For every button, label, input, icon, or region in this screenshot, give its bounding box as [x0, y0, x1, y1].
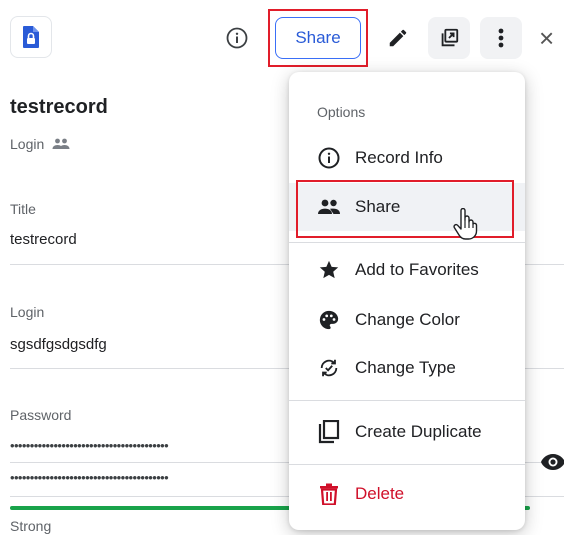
more-options-button[interactable] [480, 17, 522, 59]
copy-icon [317, 420, 341, 444]
info-button[interactable] [226, 27, 248, 49]
more-vert-icon [498, 28, 504, 48]
menu-item-delete[interactable]: Delete [289, 470, 525, 518]
password-masked-line-1: •••••••••••••••••••••••••••••••••••••••• [10, 438, 169, 453]
title-field-label: Title [10, 201, 36, 217]
star-icon [317, 258, 341, 282]
login-field-label: Login [10, 304, 45, 320]
menu-header: Options [317, 104, 366, 120]
menu-item-label: Change Color [355, 310, 460, 329]
share-button-highlight-box [268, 9, 368, 67]
shared-people-icon [52, 138, 70, 149]
record-lock-icon [23, 26, 39, 48]
hand-cursor-icon [452, 207, 478, 245]
menu-item-change-type[interactable]: Change Type [289, 344, 525, 392]
edit-button[interactable] [377, 17, 419, 59]
menu-item-record-info[interactable]: Record Info [289, 134, 525, 182]
info-icon [317, 146, 341, 170]
menu-item-change-color[interactable]: Change Color [289, 296, 525, 344]
password-strength-label: Strong [10, 518, 52, 534]
palette-icon [317, 308, 341, 332]
menu-separator [289, 464, 525, 465]
menu-separator [289, 242, 525, 243]
share-item-highlight-box [296, 180, 514, 238]
password-field-label: Password [10, 407, 72, 423]
record-title: testrecord [10, 96, 108, 118]
duplicate-icon [441, 28, 459, 47]
menu-item-label: Create Duplicate [355, 422, 482, 441]
menu-item-create-duplicate[interactable]: Create Duplicate [289, 408, 525, 456]
title-field-value: testrecord [10, 231, 77, 248]
duplicate-button[interactable] [428, 17, 470, 59]
close-button[interactable]: × [539, 24, 563, 52]
info-icon [226, 27, 248, 49]
close-icon: × [539, 23, 555, 53]
menu-separator [289, 400, 525, 401]
edit-icon [389, 29, 407, 47]
menu-item-label: Change Type [355, 358, 456, 377]
show-password-button[interactable] [540, 452, 564, 477]
record-type: Login [10, 136, 70, 152]
trash-icon [317, 482, 341, 506]
menu-item-label: Record Info [355, 148, 443, 167]
eye-icon [541, 454, 564, 470]
options-menu: Options Record Info Share Add to Favorit… [289, 72, 525, 530]
menu-item-label: Add to Favorites [355, 260, 479, 279]
change-type-icon [317, 356, 341, 380]
menu-item-add-to-favorites[interactable]: Add to Favorites [289, 246, 525, 294]
password-masked-line-2: •••••••••••••••••••••••••••••••••••••••• [10, 470, 169, 485]
record-icon-button[interactable] [10, 16, 52, 58]
record-type-label: Login [10, 136, 45, 152]
login-field-value: sgsdfgsdgsdfg [10, 336, 107, 353]
menu-item-label: Delete [355, 484, 405, 503]
